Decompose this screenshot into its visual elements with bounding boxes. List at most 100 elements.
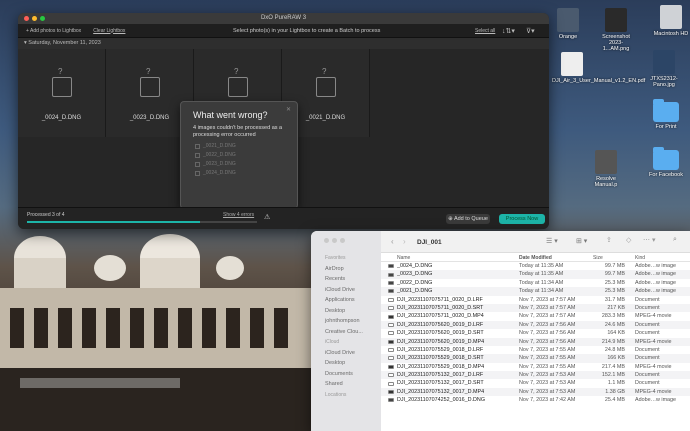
add-photos-button[interactable]: + Add photos to Lightbox [26,28,81,34]
column-kind[interactable]: Kind [635,255,645,261]
close-icon[interactable] [324,238,329,243]
desktop-icon[interactable]: Screenshot 2023-1...AM.png [596,8,636,52]
sidebar-item[interactable]: Applications [318,295,381,306]
table-row[interactable]: DJI_20231107075132_0017_D.LRF Nov 7, 2023… [381,371,690,380]
file-thumbnail-icon [660,5,682,29]
table-row[interactable]: _0022_D.DNG Today at 11:34 AM 25.3 MB Adobe… [381,279,690,287]
dxo-toolbar: + Add photos to Lightbox Clear Lightbox … [18,24,549,38]
sidebar-item[interactable]: Desktop [318,358,381,369]
table-row[interactable]: DJI_20231107075620_0019_D.SRT Nov 7, 2023… [381,329,690,337]
table-row[interactable]: DJI_20231107075711_0020_D.SRT Nov 7, 2023… [381,303,690,313]
group-icon[interactable]: ⊞ ▾ [576,237,587,245]
missing-preview-icon: ? [234,67,239,76]
desktop-icon[interactable]: JTXS2312-Pano.jpg [644,50,684,88]
folder-icon [653,99,679,122]
desktop-icon[interactable]: Macintosh HD [651,5,690,37]
table-row[interactable]: DJI_20231107075132_0017_D.SRT Nov 7, 2023… [381,379,690,387]
sort-icon[interactable]: ↓⇅▾ [502,27,515,35]
sidebar-item[interactable]: Creative Clou... [318,327,381,338]
file-kind: Document [635,346,660,353]
minimize-icon[interactable] [32,16,37,21]
finder-sidebar: Favorites AirDrop Recents iCloud Drive Appli… [311,231,381,431]
column-headers: Name Date Modified Size Kind [381,253,690,262]
file-kind: Adobe…w image [635,397,677,404]
desktop-icon[interactable]: For Print [646,99,686,130]
minimize-icon[interactable] [332,238,337,243]
process-now-button[interactable]: Process Now [499,214,545,224]
file-kind: Document [635,330,660,337]
sidebar-item[interactable]: Shared [318,379,381,390]
error-filename: _0023_D.DNG [203,161,236,167]
progress-track [27,221,257,223]
more-icon[interactable]: ⋯ ▾ [643,236,655,244]
date-group-header[interactable]: ▾ Saturday, November 11, 2023 [18,38,549,49]
sidebar-item[interactable]: johnthompson [318,316,381,327]
popover-close-icon[interactable]: ✕ [286,106,291,113]
tag-icon[interactable]: ◇ [626,236,631,244]
back-icon[interactable]: ‹ [391,237,394,246]
desktop-icon[interactable]: Resolve Manual.p [586,150,626,188]
zoom-icon[interactable] [340,238,345,243]
file-name: DJI_20231107075132_0017_D.MP4 [397,388,485,395]
table-row[interactable]: DJI_20231107075132_0017_D.MP4 Nov 7, 2023… [381,387,690,397]
table-row[interactable]: DJI_20231107075620_0019_D.MP4 Nov 7, 2023… [381,337,690,346]
table-row[interactable]: DJI_20231107075711_0020_D.MP4 Nov 7, 2023… [381,312,690,320]
share-icon[interactable]: ⇪ [606,236,612,244]
file-date: Nov 7, 2023 at 7:53 AM [519,380,576,387]
file-kind: Document [635,296,660,303]
sidebar-item[interactable]: iCloud Drive [318,285,381,296]
desktop-icon[interactable]: For Facebook [646,147,686,178]
column-date[interactable]: Date Modified [519,255,552,261]
sidebar-item[interactable]: iCloud Drive [318,348,381,359]
file-date: Nov 7, 2023 at 7:42 AM [519,397,576,404]
table-row[interactable]: DJI_20231107075529_0018_D.SRT Nov 7, 2023… [381,354,690,363]
file-date: Nov 7, 2023 at 7:55 AM [519,363,576,370]
file-icon [388,381,394,386]
search-icon[interactable]: ⌕ [673,236,677,244]
table-row[interactable]: DJI_20231107075529_0018_D.MP4 Nov 7, 2023… [381,363,690,371]
view-options-icon[interactable]: ☰ ▾ [546,237,558,245]
finder-window: Favorites AirDrop Recents iCloud Drive Appli… [311,231,690,431]
lightbox-thumb[interactable]: ? _0024_D.DNG [18,49,106,137]
file-size: 25.4 MB [604,397,625,404]
column-name[interactable]: Name [397,255,410,261]
table-row[interactable]: DJI_20231107075620_0019_D.LRF Nov 7, 2023… [381,320,690,330]
table-row[interactable]: _0024_D.DNG Today at 11:35 AM 99.7 MB Adobe… [381,262,690,270]
forward-icon[interactable]: › [403,237,406,246]
table-row[interactable]: DJI_20231107075711_0020_D.LRF Nov 7, 2023… [381,296,690,304]
clear-lightbox-button[interactable]: Clear Lightbox [93,28,125,34]
file-name: DJI_20231107075711_0020_D.MP4 [397,313,484,320]
table-row[interactable]: DJI_20231107075529_0018_D.LRF Nov 7, 2023… [381,346,690,354]
sidebar-item[interactable]: AirDrop [318,264,381,275]
file-icon [388,398,394,403]
desktop-icon[interactable]: DJI_Air_3_User_Manual_v1.2_EN.pdf [552,52,645,84]
error-filename: _0021_D.DNG [203,143,236,149]
file-name: DJI_20231107075529_0018_D.MP4 [397,363,485,370]
table-row[interactable]: _0021_D.DNG Today at 11:34 AM 25.3 MB Adobe… [381,287,690,296]
zoom-icon[interactable] [40,16,45,21]
filter-icon[interactable]: ⊽▾ [526,27,535,35]
error-item: _0021_D.DNG [195,143,285,149]
show-errors-link[interactable]: Show 4 errors [223,212,254,218]
file-icon [388,322,394,327]
file-size: 24.8 MB [604,346,625,353]
image-placeholder-icon [52,77,72,97]
file-size: 217.4 MB [601,363,625,370]
file-date: Today at 11:35 AM [519,263,564,269]
file-name: _0024_D.DNG [397,263,433,269]
column-size[interactable]: Size [593,255,603,261]
add-to-queue-button[interactable]: ⊕ Add to Queue [446,214,490,224]
table-row[interactable]: _0023_D.DNG Today at 11:35 AM 99.7 MB Adobe… [381,270,690,279]
warning-icon[interactable]: ⚠ [264,213,270,221]
select-all-link[interactable]: Select all [475,28,495,34]
file-kind: MPEG-4 movie [635,313,672,320]
file-size: 164 KB [607,330,625,337]
desktop-icon[interactable]: Orange [548,8,588,40]
sidebar-item[interactable]: Documents [318,369,381,380]
desktop-icon-label: For Print [655,124,677,130]
file-kind: MPEG-4 movie [635,388,672,395]
close-icon[interactable] [24,16,29,21]
table-row[interactable]: DJI_20231107074252_0016_D.DNG Nov 7, 2023… [381,396,690,404]
sidebar-item[interactable]: Desktop [318,306,381,317]
sidebar-item[interactable]: Recents [318,274,381,285]
